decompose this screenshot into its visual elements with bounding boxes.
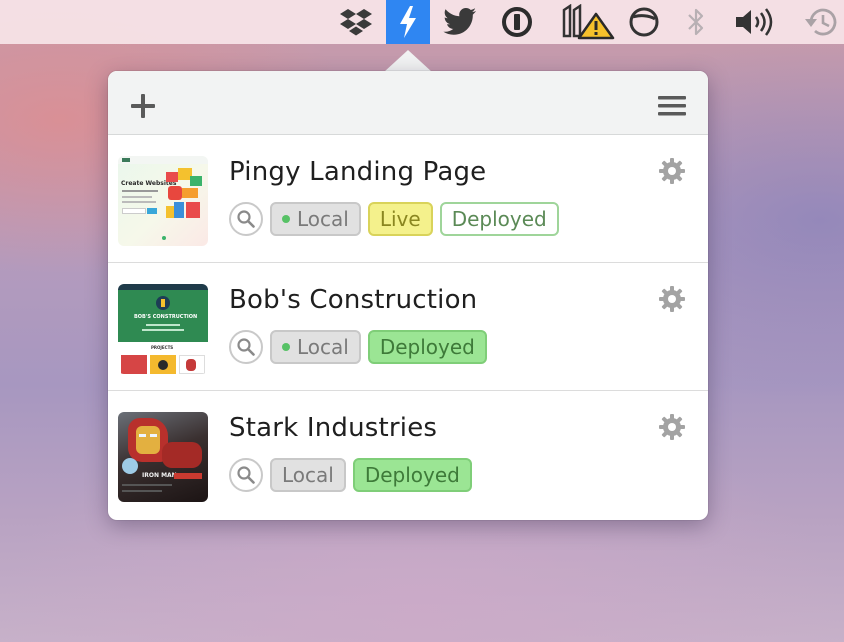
live-tag[interactable]: Live xyxy=(367,202,433,236)
deployed-tag[interactable]: Deployed xyxy=(367,330,487,364)
site-thumbnail: Create Websites xyxy=(118,156,208,246)
deployed-tag-label: Deployed xyxy=(451,207,547,231)
site-row-pingy-landing-page[interactable]: Create Websites Pingy Landing Page Local… xyxy=(108,135,708,263)
inspect-button[interactable] xyxy=(229,202,263,236)
site-settings-button[interactable] xyxy=(658,413,686,441)
alert-icon[interactable] xyxy=(558,0,618,44)
site-tags: Local Deployed xyxy=(229,330,487,364)
local-running-dot xyxy=(282,343,290,351)
inspect-button[interactable] xyxy=(229,330,263,364)
plus-icon xyxy=(131,94,155,118)
site-thumbnail: IRON MAN xyxy=(118,412,208,502)
site-settings-button[interactable] xyxy=(658,285,686,313)
thumbnail-subheading: PROJECTS xyxy=(151,345,174,350)
gear-icon xyxy=(659,286,685,312)
site-tags: Local Live Deployed xyxy=(229,202,559,236)
deployed-tag-label: Deployed xyxy=(379,335,475,359)
live-tag-label: Live xyxy=(379,207,421,231)
site-settings-button[interactable] xyxy=(658,157,686,185)
deployed-tag-label: Deployed xyxy=(364,463,460,487)
gear-icon xyxy=(659,158,685,184)
volume-icon[interactable] xyxy=(730,0,780,44)
popover-toolbar xyxy=(108,71,708,135)
menu-bar xyxy=(0,0,844,44)
gear-icon xyxy=(659,414,685,440)
local-running-dot xyxy=(282,215,290,223)
site-row-bobs-construction[interactable]: BOB'S CONSTRUCTION PROJECTS Bob's Constr… xyxy=(108,263,708,391)
thumbnail-heading: BOB'S CONSTRUCTION xyxy=(134,314,198,320)
site-title[interactable]: Pingy Landing Page xyxy=(229,157,486,187)
site-title[interactable]: Bob's Construction xyxy=(229,285,477,315)
local-tag-label: Local xyxy=(282,463,334,487)
site-tags: Local Deployed xyxy=(229,458,472,492)
magnifier-icon xyxy=(237,338,255,356)
local-tag-label: Local xyxy=(297,207,349,231)
local-tag[interactable]: Local xyxy=(270,458,346,492)
bluetooth-icon[interactable] xyxy=(674,0,718,44)
popover-arrow xyxy=(384,50,432,72)
inspect-button[interactable] xyxy=(229,458,263,492)
pingy-lightning-icon[interactable] xyxy=(386,0,430,44)
deployed-tag[interactable]: Deployed xyxy=(439,202,559,236)
menu-button[interactable] xyxy=(658,96,686,116)
twitter-icon[interactable] xyxy=(438,0,482,44)
local-tag-label: Local xyxy=(297,335,349,359)
site-thumbnail: BOB'S CONSTRUCTION PROJECTS xyxy=(118,284,208,374)
time-machine-icon[interactable] xyxy=(800,0,844,44)
local-tag[interactable]: Local xyxy=(270,330,361,364)
1password-icon[interactable] xyxy=(495,0,539,44)
hamburger-menu-icon xyxy=(658,96,686,116)
site-row-stark-industries[interactable]: IRON MAN Stark Industries Local Deployed xyxy=(108,391,708,519)
magnifier-icon xyxy=(237,466,255,484)
dropbox-icon[interactable] xyxy=(334,0,378,44)
add-site-button[interactable] xyxy=(130,93,156,119)
thumbnail-heading: IRON MAN xyxy=(142,472,177,479)
popover-panel: Create Websites Pingy Landing Page Local… xyxy=(108,71,708,520)
sync-icon[interactable] xyxy=(622,0,666,44)
deployed-tag[interactable]: Deployed xyxy=(352,458,472,492)
site-title[interactable]: Stark Industries xyxy=(229,413,437,443)
magnifier-icon xyxy=(237,210,255,228)
local-tag[interactable]: Local xyxy=(270,202,361,236)
